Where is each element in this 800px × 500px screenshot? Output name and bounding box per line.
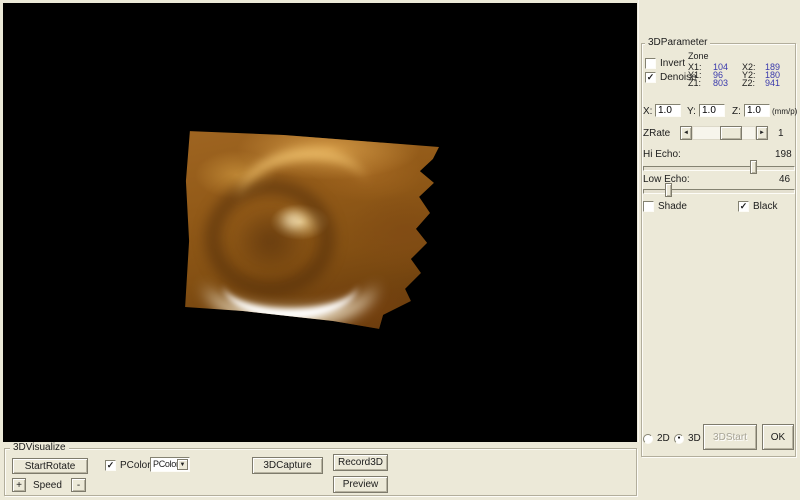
ok-button[interactable]: OK [762,424,794,450]
invert-checkbox-box [645,58,656,69]
invert-checkbox[interactable]: Invert [645,58,685,69]
shade-checkbox-label: Shade [658,201,687,212]
ultrasound-render [183,121,448,336]
black-checkbox[interactable]: ✓ Black [738,201,777,212]
speed-label: Speed [33,480,62,491]
3dcapture-button[interactable]: 3DCapture [252,457,323,474]
preview-button[interactable]: Preview [333,476,388,493]
zrate-scrollbar: ◄ ► [680,126,768,140]
zrate-scroll-left-button[interactable]: ◄ [680,126,692,140]
scale-unit-label: (mm/p) [772,107,797,116]
radio-3d-label: 3D [688,433,701,444]
y-scale-label: Y: [687,106,696,117]
zrate-label: ZRate [643,128,670,139]
record3d-button[interactable]: Record3D [333,454,388,471]
speed-plus-button[interactable]: + [12,478,26,492]
black-checkbox-label: Black [753,201,777,212]
scroll-right-icon: ► [759,130,765,136]
speed-minus-button[interactable]: - [71,478,86,492]
z2-label: Z2: [742,78,755,88]
z-scale-input[interactable] [744,104,770,117]
zone-title: Zone [688,51,709,61]
dropdown-arrow-icon[interactable]: ▼ [177,459,188,470]
low-echo-slider [643,182,795,198]
shade-checkbox-box [643,201,654,212]
3dstart-button[interactable]: 3DStart [703,424,757,450]
radio-3d-circle: ● [674,434,684,444]
panel-divider [638,0,639,442]
radio-3d[interactable]: ● 3D [674,433,701,444]
app-window: 3DParameter Invert ✓ Denoise Zone X1: 10… [0,0,800,500]
shade-checkbox[interactable]: Shade [643,201,687,212]
3dparameter-group-title: 3DParameter [645,38,710,48]
scroll-left-icon: ◄ [683,130,689,136]
hi-echo-slider-track[interactable] [643,166,795,171]
radio-2d[interactable]: 2D [643,433,670,444]
zrate-scroll-thumb[interactable] [720,126,742,140]
zrate-value: 1 [778,128,784,139]
y-scale-input[interactable] [699,104,725,117]
pcolor-combobox-value: PColor [153,459,179,469]
z1-label: Z1: [688,78,701,88]
render-bright-spot [278,209,308,231]
start-rotate-button[interactable]: StartRotate [12,458,88,474]
3dvisualize-group-title: 3DVisualize [10,443,69,453]
x-scale-input[interactable] [655,104,681,117]
render-crescent-core [223,249,358,319]
black-checkbox-box: ✓ [738,201,749,212]
pcolor-checkbox[interactable]: ✓ PColor [105,460,151,471]
pcolor-checkbox-box: ✓ [105,460,116,471]
z-scale-label: Z: [732,106,741,117]
invert-checkbox-label: Invert [660,58,685,69]
3d-viewport[interactable] [3,3,637,442]
hi-echo-slider [643,159,795,175]
z2-value: 941 [765,78,780,88]
radio-2d-label: 2D [657,433,670,444]
low-echo-slider-thumb[interactable] [665,183,672,197]
pcolor-combobox[interactable]: PColor ▼ [150,457,190,472]
pcolor-checkbox-label: PColor [120,460,151,471]
radio-2d-circle [643,434,653,444]
zrate-scroll-right-button[interactable]: ► [756,126,768,140]
x-scale-label: X: [643,106,652,117]
denoise-checkbox-box: ✓ [645,72,656,83]
hi-echo-slider-thumb[interactable] [750,160,757,174]
z1-value: 803 [713,78,728,88]
